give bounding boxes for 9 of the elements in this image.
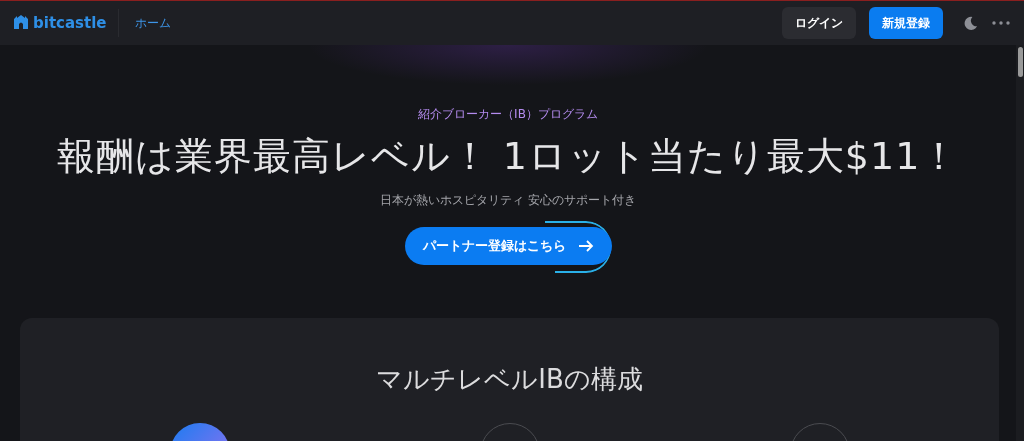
headline: 報酬は業界最高レベル！ 1ロット当たり最大$11！ <box>56 133 960 180</box>
login-button[interactable]: ログイン <box>782 7 856 39</box>
section-title: マルチレベルIBの構成 <box>376 363 643 396</box>
partner-signup-button[interactable]: パートナー登録はこちら <box>404 227 612 265</box>
nav-link[interactable]: ホーム <box>135 14 172 32</box>
logo-text[interactable]: bitcastle <box>33 14 107 32</box>
register-button[interactable]: 新規登録 <box>869 7 943 39</box>
eyebrow-text: 紹介ブローカー（IB）プログラム <box>418 106 598 123</box>
subtitle: 日本が熱いホスピタリティ 安心のサポート付き <box>380 192 636 209</box>
